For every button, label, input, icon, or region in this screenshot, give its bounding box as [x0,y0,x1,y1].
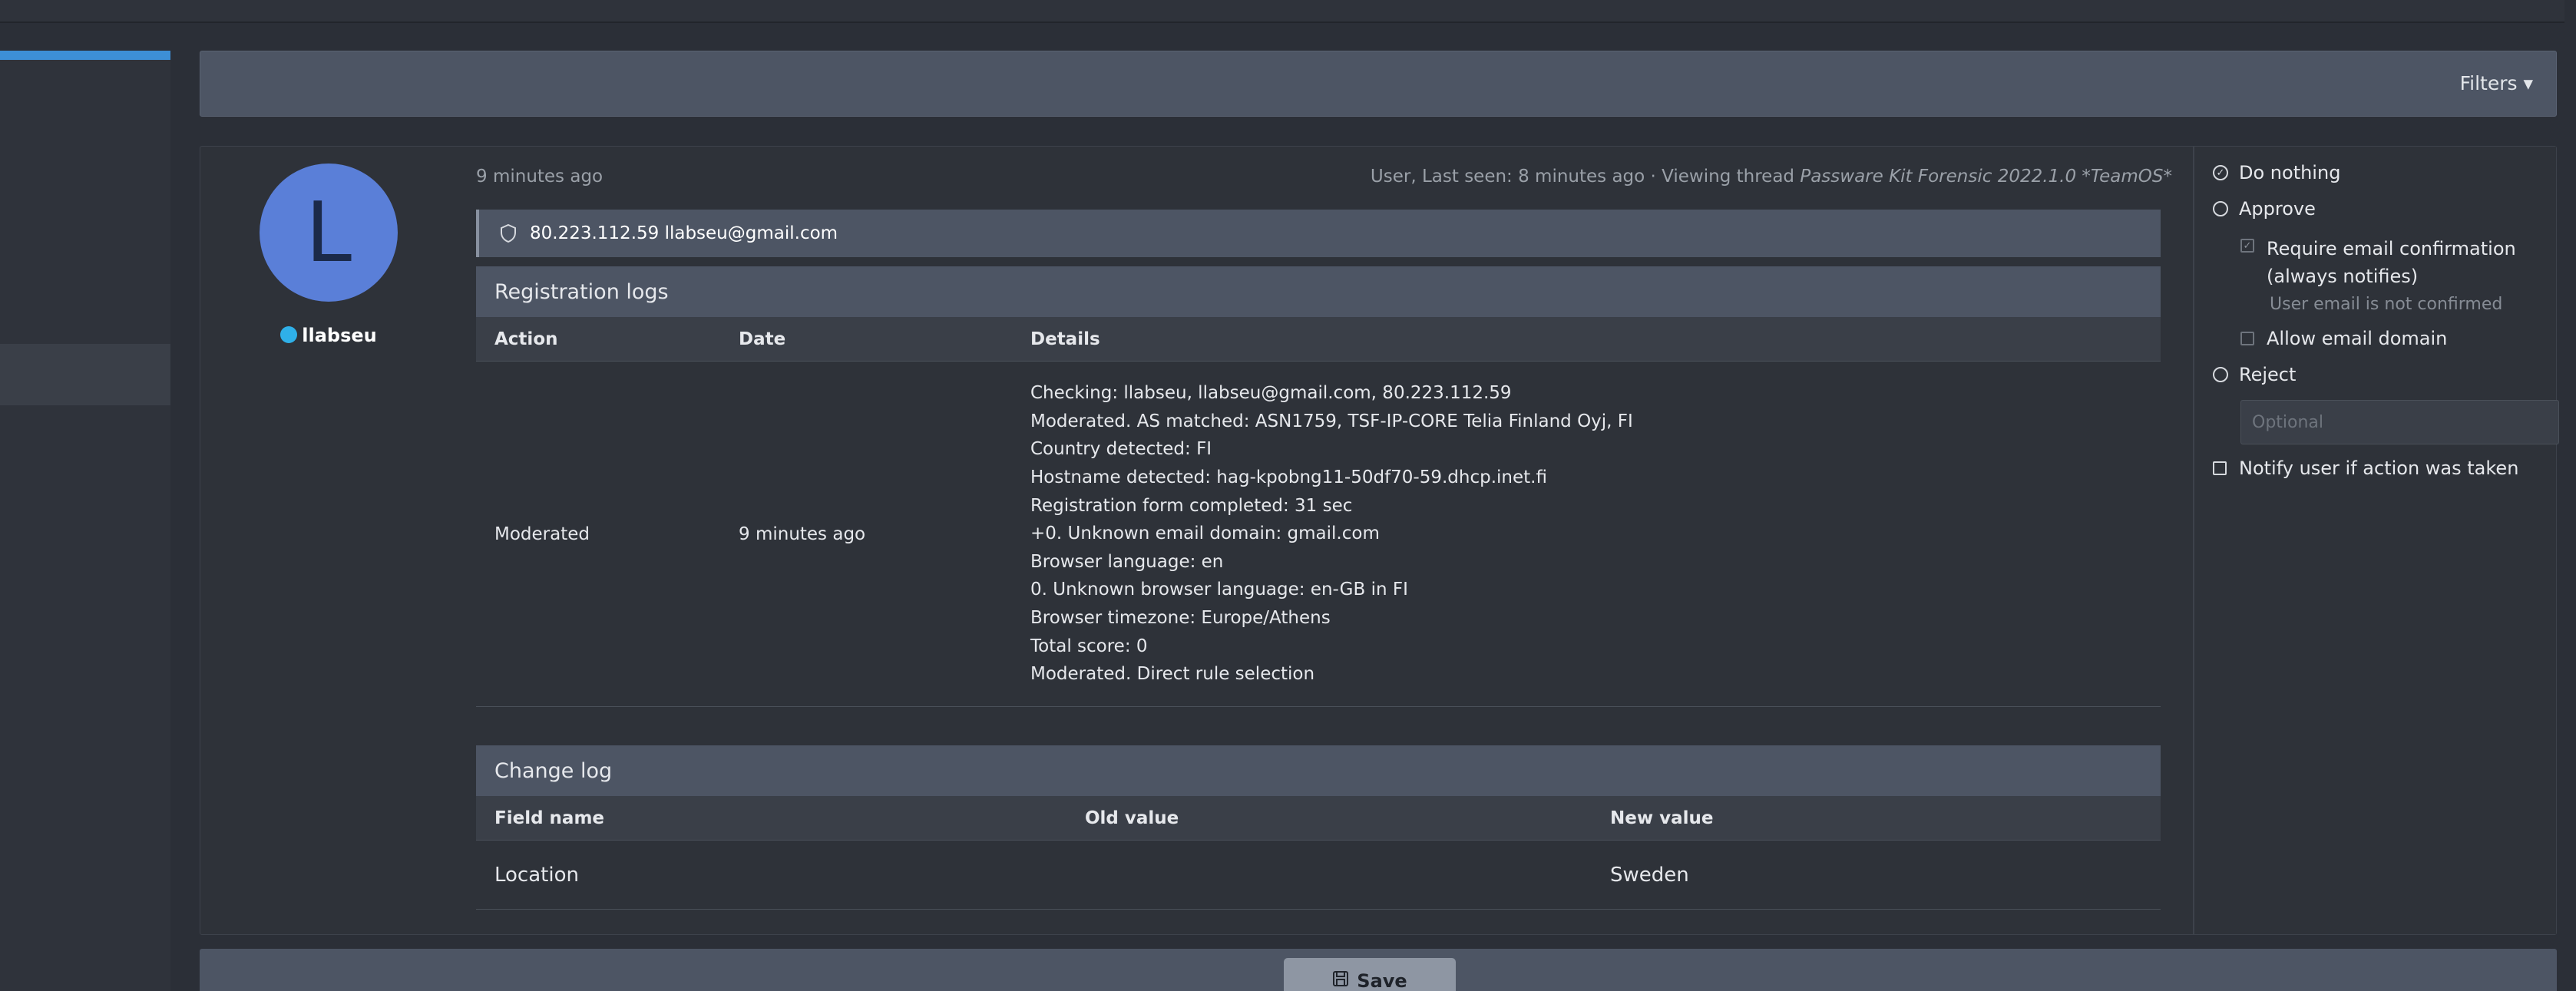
radio-icon[interactable] [2213,201,2228,216]
col-date: Date [739,329,786,349]
detail-line: Country detected: FI [1030,439,1212,460]
change-log: Change log Field name Old value New valu… [476,745,2161,910]
registration-logs: Registration logs Action Date Details Mo… [476,266,2161,707]
floppy-disk-icon [1332,970,1349,987]
detail-line: +0. Unknown email domain: gmail.com [1030,524,1380,544]
registration-logs-title: Registration logs [476,266,2161,317]
option-approve[interactable]: Approve [2213,198,2316,220]
detail-line: Total score: 0 [1030,636,1148,656]
username-text: llabseu [302,325,377,346]
option-label: Require email confirmation (always notif… [2267,235,2516,290]
option-do-nothing[interactable]: ✓ Do nothing [2213,162,2340,183]
change-new-value: Sweden [1610,863,1689,887]
last-seen-info: User, Last seen: 8 minutes ago · Viewing… [1371,167,2172,187]
save-button[interactable]: Save [1284,958,1456,991]
detail-line: 0. Unknown browser language: en-GB in FI [1030,580,1408,600]
detail-line: Moderated. Direct rule selection [1030,664,1315,685]
filters-button[interactable]: Filters ▾ [2460,72,2533,94]
checkbox-icon[interactable] [2213,461,2227,475]
require-email-line-1: Require email confirmation [2267,238,2516,259]
require-email-line-2: (always notifies) [2267,266,2419,287]
option-label: Reject [2239,364,2297,385]
checkbox-icon[interactable] [2240,332,2254,345]
row-details: Checking: llabseu, llabseu@gmail.com, 80… [1012,379,1633,689]
change-log-header: Field name Old value New value [476,796,2161,841]
sidebar-accent-bar [0,51,170,60]
ip-email-text: 80.223.112.59 llabseu@gmail.com [530,223,838,243]
ip-email-bar: 80.223.112.59 llabseu@gmail.com [476,210,2161,257]
email-not-confirmed-hint: User email is not confirmed [2270,295,2503,314]
option-allow-email-domain[interactable]: Allow email domain [2240,328,2447,349]
username-link[interactable]: llabseu [239,325,418,346]
registration-logs-header: Action Date Details [476,317,2161,362]
option-label: Approve [2239,198,2316,220]
row-action: Moderated [494,524,590,544]
table-row: Location Sweden [476,841,2161,910]
reject-reason-input[interactable] [2240,400,2559,444]
top-navigation-bar [0,0,2564,23]
change-field: Location [494,863,579,887]
col-new-value: New value [1610,808,1714,828]
viewing-thread-link[interactable]: Passware Kit Forensic 2022.1.0 *TeamOS* [1800,167,2172,187]
change-log-title: Change log [476,745,2161,796]
registration-time: 9 minutes ago [476,167,603,187]
avatar-letter: L [305,184,352,281]
sidebar [0,51,170,991]
option-label: Allow email domain [2267,328,2448,349]
detail-line: Registration form completed: 31 sec [1030,495,1353,516]
detail-line: Browser language: en [1030,551,1224,572]
table-row: Moderated 9 minutes ago Checking: llabse… [476,362,2161,707]
avatar[interactable]: L [260,164,398,302]
radio-checked-icon[interactable]: ✓ [2213,165,2228,180]
approval-item-card: L llabseu 9 minutes ago User, Last seen:… [200,146,2559,935]
detail-line: Hostname detected: hag-kpobng11-50df70-5… [1030,467,1547,488]
col-action: Action [494,329,558,349]
col-field-name: Field name [494,808,605,828]
option-reject[interactable]: Reject [2213,364,2296,385]
checkbox-checked-icon[interactable]: ✓ [2240,239,2254,253]
sidebar-item-active[interactable] [0,344,170,405]
option-notify-user[interactable]: Notify user if action was taken [2213,458,2518,479]
save-bar: Save [200,949,2557,991]
save-label: Save [1357,970,1407,991]
col-old-value: Old value [1085,808,1179,828]
filter-bar: Filters ▾ [200,51,2557,117]
radio-icon[interactable] [2213,367,2228,382]
row-date: 9 minutes ago [739,524,866,544]
user-status-icon [280,326,298,343]
option-label: Notify user if action was taken [2239,458,2519,479]
option-label: Do nothing [2239,162,2341,183]
option-require-email[interactable]: ✓ Require email confirmation (always not… [2240,235,2516,290]
last-seen-text: User, Last seen: 8 minutes ago · Viewing… [1370,167,1801,187]
moderation-actions-panel: ✓ Do nothing Approve ✓ Require email con… [2193,147,2559,934]
shield-icon [499,223,518,243]
detail-line: Checking: llabseu, llabseu@gmail.com, 80… [1030,383,1512,404]
detail-line: Browser timezone: Europe/Athens [1030,607,1331,628]
col-details: Details [1030,329,1100,349]
detail-line: Moderated. AS matched: ASN1759, TSF-IP-C… [1030,411,1633,431]
